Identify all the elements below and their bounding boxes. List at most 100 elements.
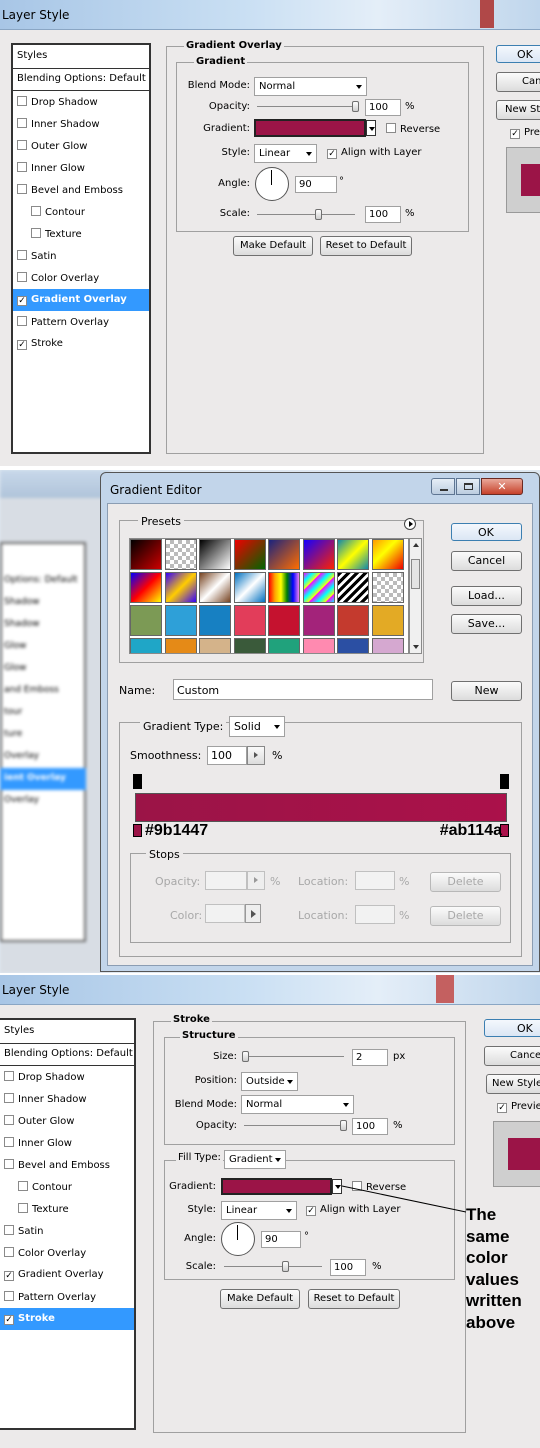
cancel-button[interactable]: Cancel — [451, 551, 522, 571]
delete-opacity-stop-button[interactable]: Delete — [430, 872, 501, 892]
new-style-button[interactable]: New Style... — [496, 100, 540, 120]
name-input[interactable]: Custom — [173, 679, 433, 700]
checkbox-box[interactable] — [31, 206, 41, 216]
preset-swatch[interactable] — [164, 539, 197, 570]
checkbox-box[interactable] — [17, 118, 27, 128]
style-select[interactable]: Linear — [254, 144, 317, 163]
check-icon[interactable]: ✓ — [510, 129, 520, 139]
scroll-up-icon[interactable] — [413, 543, 419, 547]
preset-swatch[interactable] — [130, 572, 162, 603]
style-item-drop-shadow[interactable]: Drop Shadow — [13, 91, 149, 113]
new-button[interactable]: New — [451, 681, 522, 701]
stop-color-location-input[interactable] — [355, 905, 395, 924]
presets-scrollbar[interactable] — [409, 538, 422, 654]
preset-swatch[interactable] — [337, 605, 369, 636]
smoothness-stepper[interactable] — [247, 746, 265, 765]
styles-header[interactable]: Styles — [13, 45, 149, 69]
style-item-stroke[interactable]: ✓ Stroke — [13, 333, 149, 355]
preset-swatch[interactable] — [164, 638, 197, 653]
checkbox-box[interactable] — [31, 228, 41, 238]
preset-swatch[interactable] — [302, 539, 335, 570]
scale-slider-thumb[interactable] — [315, 209, 322, 220]
stop-opacity-stepper[interactable] — [247, 871, 265, 890]
close-button[interactable]: ✕ — [481, 478, 523, 495]
stop-opacity-input[interactable] — [205, 871, 247, 890]
scroll-down-icon[interactable] — [413, 645, 419, 649]
scale-slider[interactable] — [257, 214, 355, 215]
preset-swatch[interactable] — [233, 605, 266, 636]
preset-swatch[interactable] — [337, 539, 369, 570]
opacity-stop-left[interactable] — [133, 774, 142, 789]
gradient-type-select[interactable]: Solid — [229, 716, 285, 737]
preset-swatch[interactable] — [164, 605, 197, 636]
opacity-input[interactable]: 100 — [365, 99, 401, 116]
checkbox-box[interactable] — [17, 140, 27, 150]
preset-swatch[interactable] — [164, 572, 197, 603]
checkbox-box[interactable] — [17, 316, 27, 326]
preset-swatch[interactable] — [302, 605, 335, 636]
angle-dial[interactable] — [255, 167, 289, 201]
preset-swatch[interactable] — [130, 539, 162, 570]
align-with-layer-checkbox[interactable]: ✓ Align with Layer — [327, 147, 422, 159]
gradient-bar[interactable] — [135, 793, 507, 822]
ok-button[interactable]: OK — [496, 45, 540, 63]
minimize-button[interactable] — [431, 478, 455, 495]
ok-button[interactable]: OK — [451, 523, 522, 541]
preset-swatch[interactable] — [268, 605, 300, 636]
preset-swatch[interactable] — [337, 638, 369, 653]
blending-options-item[interactable]: Blending Options: Default — [13, 69, 149, 91]
smoothness-input[interactable]: 100 — [207, 746, 247, 765]
style-item-contour[interactable]: Contour — [13, 201, 149, 223]
checkbox-box[interactable] — [17, 272, 27, 282]
preset-swatch[interactable] — [233, 638, 266, 653]
opacity-stop-right[interactable] — [500, 774, 509, 789]
check-icon[interactable]: ✓ — [17, 340, 27, 350]
preset-swatch[interactable] — [199, 572, 231, 603]
style-item-gradient-overlay[interactable]: ✓ Gradient Overlay — [13, 289, 149, 311]
preset-swatch[interactable] — [371, 539, 404, 570]
make-default-button[interactable]: Make Default — [233, 236, 313, 256]
checkbox-box[interactable] — [17, 250, 27, 260]
style-item-texture[interactable]: Texture — [13, 223, 149, 245]
scroll-thumb[interactable] — [411, 559, 420, 589]
preset-swatch[interactable] — [130, 638, 162, 653]
stop-color-swatch[interactable] — [205, 904, 245, 923]
preset-swatch[interactable] — [371, 638, 404, 653]
style-item-inner-glow[interactable]: Inner Glow — [13, 157, 149, 179]
checkbox-box[interactable] — [17, 162, 27, 172]
preset-swatch[interactable] — [268, 539, 300, 570]
load-button[interactable]: Load... — [451, 586, 522, 606]
check-icon[interactable]: ✓ — [327, 149, 337, 159]
style-item-inner-shadow[interactable]: Inner Shadow — [13, 113, 149, 135]
preset-swatch[interactable] — [371, 605, 404, 636]
angle-input[interactable]: 90 — [295, 176, 337, 193]
preset-swatch[interactable] — [268, 638, 300, 653]
style-item-pattern-overlay[interactable]: Pattern Overlay — [13, 311, 149, 333]
style-item-satin[interactable]: Satin — [13, 245, 149, 267]
delete-color-stop-button[interactable]: Delete — [430, 906, 501, 926]
style-item-outer-glow[interactable]: Outer Glow — [13, 135, 149, 157]
reverse-checkbox[interactable]: Reverse — [386, 123, 440, 135]
scale-input[interactable]: 100 — [365, 206, 401, 223]
opacity-slider[interactable] — [257, 106, 359, 107]
presets-menu-button[interactable] — [404, 518, 416, 530]
opacity-slider-thumb[interactable] — [352, 101, 359, 112]
checkbox-box[interactable] — [17, 96, 27, 106]
gradient-dropdown-button[interactable] — [366, 120, 376, 136]
preset-swatch[interactable] — [199, 605, 231, 636]
blend-mode-select[interactable]: Normal — [254, 77, 367, 96]
checkbox-box[interactable] — [17, 184, 27, 194]
preset-swatch[interactable] — [337, 572, 369, 603]
maximize-button[interactable] — [456, 478, 480, 495]
checkbox-box[interactable] — [386, 123, 396, 133]
preset-swatch[interactable] — [302, 638, 335, 653]
preset-swatch[interactable] — [130, 605, 162, 636]
check-icon[interactable]: ✓ — [17, 296, 27, 306]
preset-swatch[interactable] — [233, 572, 266, 603]
preview-checkbox[interactable]: ✓ Preview — [510, 127, 540, 139]
gradient-swatch[interactable] — [254, 119, 366, 137]
color-stop-left[interactable] — [133, 824, 142, 837]
preset-swatch[interactable] — [371, 572, 404, 603]
style-item-color-overlay[interactable]: Color Overlay — [13, 267, 149, 289]
preset-swatch[interactable] — [268, 572, 300, 603]
